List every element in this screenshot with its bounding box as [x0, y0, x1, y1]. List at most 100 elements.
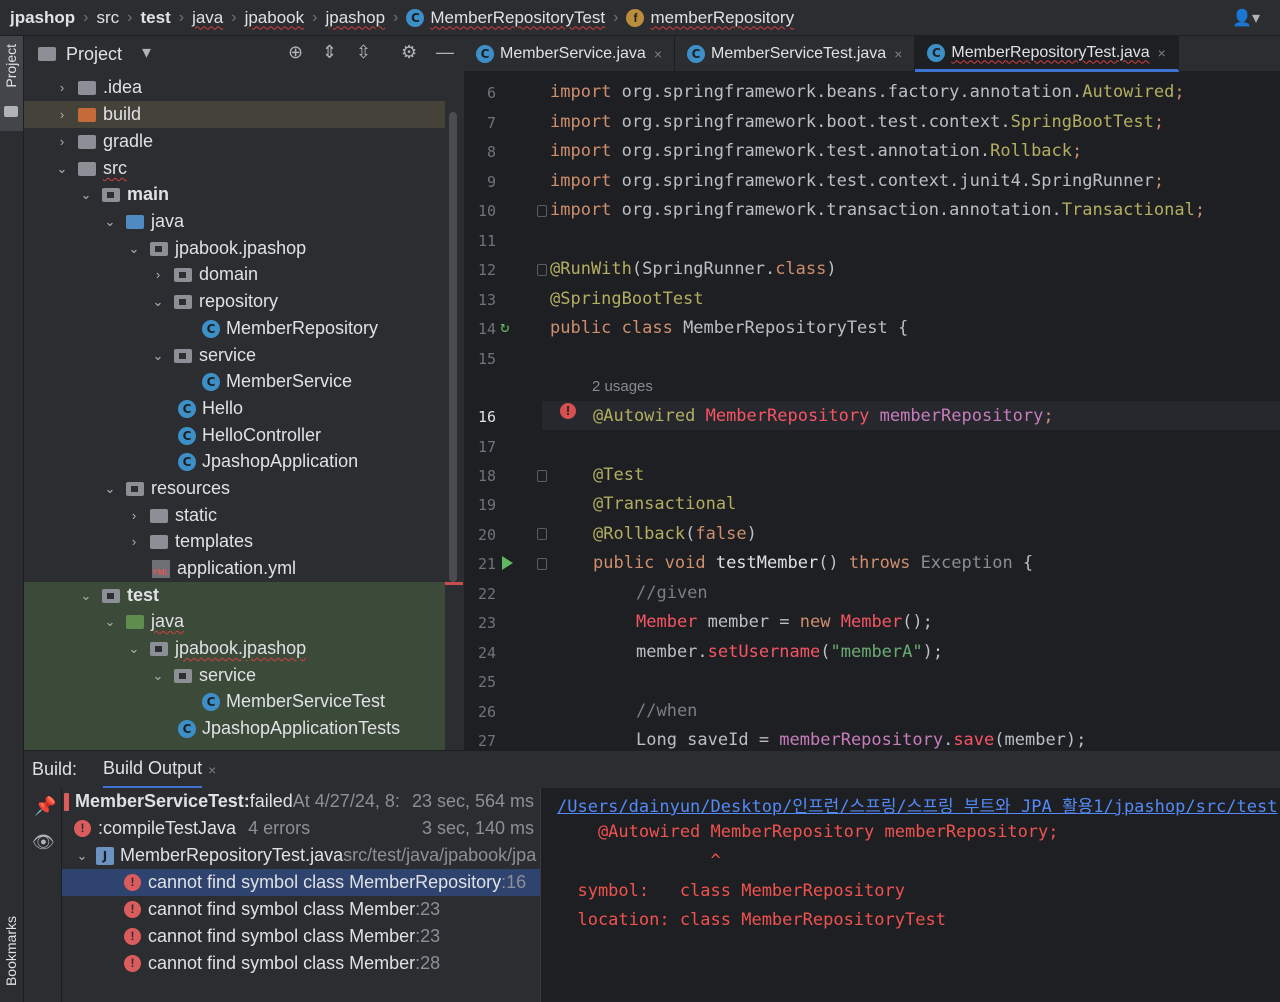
chevron-right-icon[interactable]: › — [126, 534, 142, 549]
tree-item-test-java[interactable]: ⌄ java — [24, 608, 445, 635]
chevron-down-icon[interactable]: ▾ — [142, 42, 151, 63]
tree-item-test-service[interactable]: ⌄ service — [24, 662, 445, 689]
tree-item-templates[interactable]: › templates — [24, 528, 445, 555]
breadcrumb-project[interactable]: jpashop — [10, 8, 75, 28]
breadcrumb-test[interactable]: test — [141, 8, 171, 28]
close-icon[interactable]: × — [1158, 45, 1166, 61]
tree-item-service[interactable]: ⌄ service — [24, 342, 445, 369]
left-tool-stripe: Project Bookmarks — [0, 36, 24, 1002]
tree-item-jpashop-application-tests[interactable]: C JpashopApplicationTests — [24, 715, 445, 742]
chevron-right-icon[interactable]: › — [126, 508, 142, 523]
breadcrumb-java[interactable]: java — [192, 8, 223, 28]
chevron-right-icon[interactable]: › — [150, 267, 166, 282]
chevron-down-icon[interactable]: ⌄ — [126, 241, 142, 257]
collapse-all-icon[interactable]: ⇳ — [356, 42, 371, 63]
code-line: @Autowired MemberRepository memberReposi… — [593, 406, 1054, 426]
chevron-right-icon[interactable]: › — [54, 80, 70, 95]
breadcrumb-field[interactable]: memberRepository — [650, 8, 794, 28]
chevron-down-icon[interactable]: ⌄ — [78, 187, 94, 203]
tab-label: MemberService.java — [500, 45, 646, 62]
fold-icon[interactable] — [537, 264, 547, 276]
chevron-down-icon[interactable]: ⌄ — [74, 848, 90, 864]
breadcrumb-class[interactable]: MemberRepositoryTest — [430, 8, 605, 28]
build-row-compile[interactable]: ! :compileTestJava 4 errors 3 sec, 140 m… — [62, 815, 540, 842]
project-scrollbar[interactable] — [449, 112, 457, 582]
locate-icon[interactable]: ⊕ — [288, 42, 303, 63]
tree-item-src[interactable]: ⌄ src — [24, 155, 445, 182]
tree-item-application-yml[interactable]: YML application.yml — [24, 555, 445, 582]
build-row-error[interactable]: ! cannot find symbol class Member :23 — [62, 923, 540, 950]
tree-item-hello-controller[interactable]: C HelloController — [24, 422, 445, 449]
tree-item-test[interactable]: ⌄ test — [24, 582, 445, 609]
eye-icon[interactable]: 👁 — [32, 832, 55, 853]
build-row-failed[interactable]: MemberServiceTest: failed At 4/27/24, 8:… — [62, 788, 540, 815]
tree-label: MemberServiceTest — [226, 691, 386, 711]
error-stripe-mark — [445, 582, 463, 585]
chevron-down-icon[interactable]: ⌄ — [78, 588, 94, 604]
file-path-link[interactable]: /Users/dainyun/Desktop/인프런/스프링/스프링 부트와 J… — [557, 792, 1277, 817]
tree-item-member-service-test[interactable]: C MemberServiceTest — [24, 688, 445, 715]
tree-item-domain[interactable]: › domain — [24, 261, 445, 288]
breadcrumb-src[interactable]: src — [97, 8, 120, 28]
chevron-down-icon[interactable]: ⌄ — [150, 294, 166, 310]
bookmarks-tool-tab[interactable]: Bookmarks — [3, 916, 19, 986]
tab-member-service-test[interactable]: C MemberServiceTest.java × — [675, 36, 916, 72]
project-tool-tab[interactable]: Project — [0, 36, 23, 131]
build-row-file[interactable]: ⌄ J MemberRepositoryTest.java src/test/j… — [62, 842, 540, 869]
project-panel-title[interactable]: Project — [66, 44, 122, 65]
minimize-icon[interactable]: — — [436, 42, 454, 63]
tree-item-idea[interactable]: › .idea — [24, 74, 445, 101]
tree-item-member-service[interactable]: C MemberService — [24, 368, 445, 395]
fold-icon[interactable] — [537, 470, 547, 482]
build-console[interactable]: /Users/dainyun/Desktop/인프런/스프링/스프링 부트와 J… — [540, 788, 1280, 1002]
chevron-right-icon[interactable]: › — [54, 107, 70, 122]
expand-all-icon[interactable]: ⇕ — [322, 42, 337, 63]
tab-member-repository-test[interactable]: C MemberRepositoryTest.java × — [915, 36, 1179, 72]
tree-item-build[interactable]: › build — [24, 101, 445, 128]
build-row-error[interactable]: ! cannot find symbol class MemberReposit… — [62, 869, 540, 896]
run-test-class-icon[interactable]: ↻ — [500, 317, 510, 336]
code-line: Long saveId = memberRepository.save(memb… — [636, 730, 1087, 750]
tree-item-jpashop-application[interactable]: C JpashopApplication — [24, 448, 445, 475]
code-line: public class MemberRepositoryTest { — [550, 318, 909, 338]
tree-item-hello[interactable]: C Hello — [24, 395, 445, 422]
error-bulb-icon[interactable]: ! — [560, 403, 576, 419]
tab-build-output[interactable]: Build Output — [103, 751, 203, 789]
tree-item-static[interactable]: › static — [24, 502, 445, 529]
tree-item-main-package[interactable]: ⌄ jpabook.jpashop — [24, 235, 445, 262]
tree-item-repository[interactable]: ⌄ repository — [24, 288, 445, 315]
chevron-down-icon[interactable]: ⌄ — [150, 348, 166, 364]
usages-hint[interactable]: 2 usages — [592, 378, 653, 395]
close-icon[interactable]: × — [894, 46, 902, 62]
tree-item-resources[interactable]: ⌄ resources — [24, 475, 445, 502]
build-row-error[interactable]: ! cannot find symbol class Member :28 — [62, 950, 540, 977]
fold-icon[interactable] — [537, 528, 547, 540]
gear-icon[interactable]: ⚙ — [401, 42, 417, 63]
chevron-right-icon[interactable]: › — [54, 134, 70, 149]
chevron-down-icon[interactable]: ⌄ — [126, 641, 142, 657]
fold-icon[interactable] — [537, 205, 547, 217]
fold-icon[interactable] — [537, 558, 547, 570]
close-icon[interactable]: × — [208, 762, 216, 778]
tree-item-member-repository[interactable]: C MemberRepository — [24, 315, 445, 342]
build-row-error[interactable]: ! cannot find symbol class Member :23 — [62, 896, 540, 923]
tab-member-service[interactable]: C MemberService.java × — [464, 36, 676, 72]
run-test-icon[interactable] — [502, 556, 513, 570]
breadcrumb-jpashop[interactable]: jpashop — [325, 8, 385, 28]
user-icon[interactable]: 👤▾ — [1232, 8, 1260, 28]
line-number: 12 — [477, 261, 496, 279]
tree-label: static — [175, 505, 218, 525]
chevron-down-icon[interactable]: ⌄ — [150, 668, 166, 684]
pin-icon[interactable]: 📌 — [34, 796, 56, 817]
tree-item-test-package[interactable]: ⌄ jpabook.jpashop — [24, 635, 445, 662]
close-icon[interactable]: × — [654, 46, 662, 62]
breadcrumb-jpabook[interactable]: jpabook — [245, 8, 305, 28]
chevron-down-icon[interactable]: ⌄ — [102, 614, 118, 630]
tree-item-main[interactable]: ⌄ main — [24, 181, 445, 208]
chevron-down-icon[interactable]: ⌄ — [102, 481, 118, 497]
tree-item-gradle[interactable]: › gradle — [24, 128, 445, 155]
tree-item-main-java[interactable]: ⌄ java — [24, 208, 445, 235]
chevron-down-icon[interactable]: ⌄ — [54, 161, 70, 177]
code-editor[interactable]: 6 7 8 9 10 11 12 13 14 15 16 17 18 19 20… — [464, 72, 1280, 750]
chevron-down-icon[interactable]: ⌄ — [102, 214, 118, 230]
